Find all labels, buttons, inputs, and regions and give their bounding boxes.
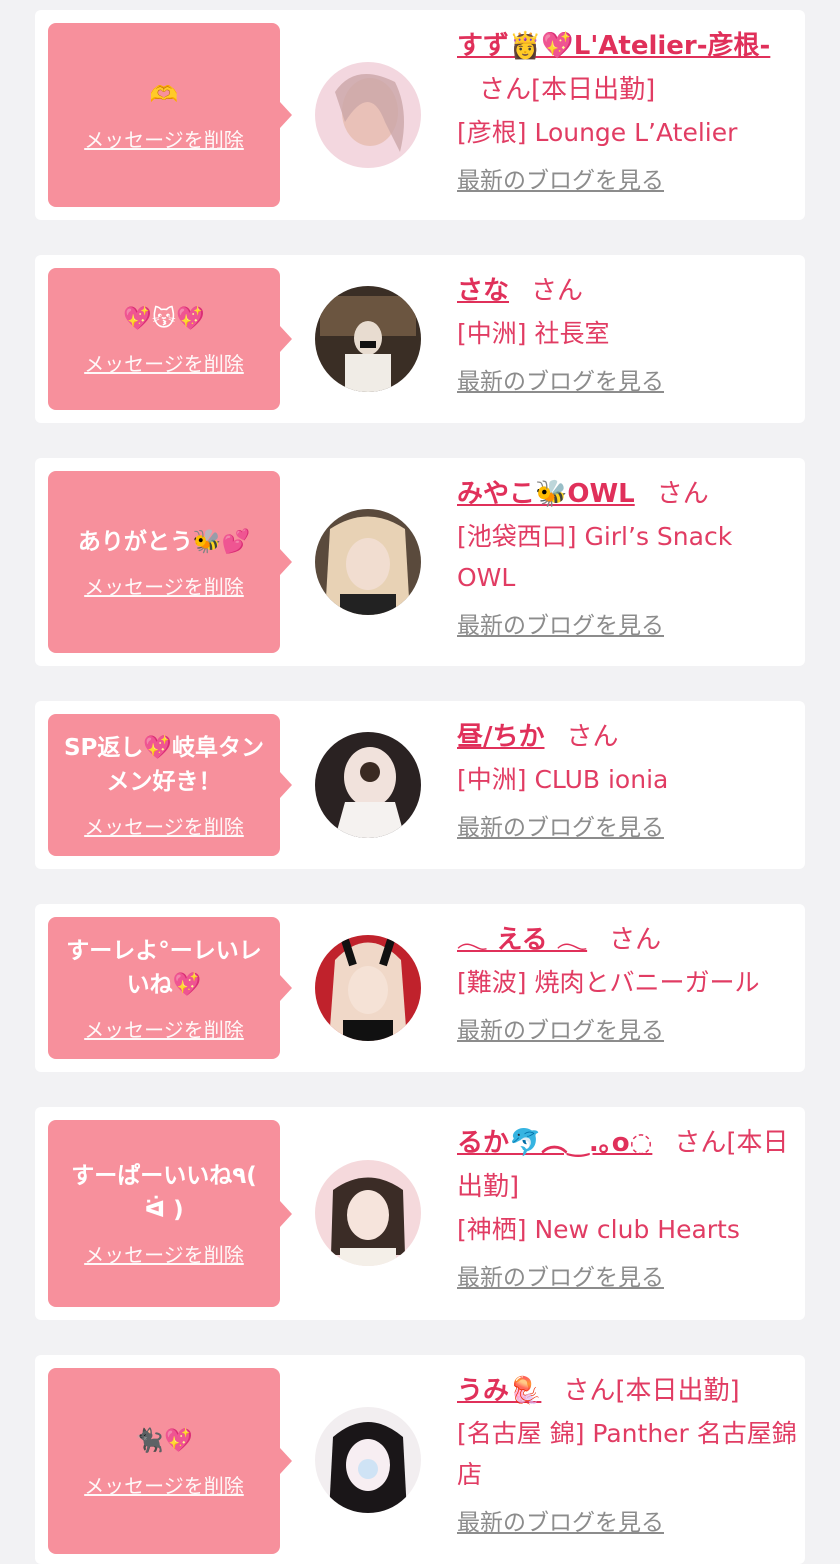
avatar[interactable] <box>315 935 421 1041</box>
avatar-photo <box>315 732 421 838</box>
avatar-photo <box>315 509 421 615</box>
cast-info: 𓂃 える 𓂃 さん [難波] 焼肉とバニーガール 最新のブログを見る <box>457 918 797 1045</box>
cast-name-line: さな さん <box>457 269 797 313</box>
honorific: さん <box>479 75 532 105</box>
cast-name-link[interactable]: うみ🪼 <box>457 1376 541 1406</box>
shop-name: [中洲] 社長室 <box>457 319 610 348</box>
avatar-photo <box>315 286 421 392</box>
shop-name: [彦根] Lounge L’Atelier <box>457 118 738 147</box>
list-item: SP返し💖岐阜タンメン好き！ メッセージを削除 昼/ちか さん [中洲] CLUB… <box>35 701 805 869</box>
delete-message-link[interactable]: メッセージを削除 <box>84 811 244 840</box>
cast-name-link[interactable]: さな <box>457 276 509 306</box>
list-item: 🫶 メッセージを削除 すず👸💖L'Atelier-彦根- さん[本日出勤] [彦根… <box>35 10 805 220</box>
cast-name-line: みやこ🐝OWL さん <box>457 472 797 516</box>
cast-name-link[interactable]: るか🐬︵‿.｡o◌ <box>457 1128 652 1158</box>
honorific: さん <box>531 276 584 306</box>
cast-info: うみ🪼 さん[本日出勤] [名古屋 錦] Panther 名古屋錦店 最新のブログ… <box>457 1369 797 1537</box>
cast-info: さな さん [中洲] 社長室 最新のブログを見る <box>457 269 797 396</box>
message-bubble: すーレよ°ーレいレいね💖 メッセージを削除 <box>48 917 292 1059</box>
cast-name-link[interactable]: みやこ🐝OWL <box>457 479 635 509</box>
latest-blog-link[interactable]: 最新のブログを見る <box>457 808 664 842</box>
message-text: すーレよ°ーレいレいね💖 <box>66 937 262 998</box>
status-label: [本日出勤] <box>615 1376 740 1406</box>
delete-message-link[interactable]: メッセージを削除 <box>84 348 244 377</box>
message-text: ありがとう🐝💕 <box>77 528 251 555</box>
message-text: 💖😽💖 <box>123 305 205 332</box>
shop-name: [難波] 焼肉とバニーガール <box>457 968 760 997</box>
shop-name: [中洲] CLUB ionia <box>457 765 669 794</box>
avatar-photo <box>315 935 421 1041</box>
cast-name-line: うみ🪼 さん[本日出勤] <box>457 1369 797 1413</box>
cast-info: すず👸💖L'Atelier-彦根- さん[本日出勤] [彦根] Lounge L’… <box>457 24 797 195</box>
cast-name-line: すず👸💖L'Atelier-彦根- さん[本日出勤] <box>457 24 797 112</box>
latest-blog-link[interactable]: 最新のブログを見る <box>457 1258 664 1292</box>
list-item: すーレよ°ーレいレいね💖 メッセージを削除 𓂃 える 𓂃 さん [難波] 焼肉とバ… <box>35 904 805 1072</box>
cast-info: るか🐬︵‿.｡o◌ さん[本日出勤] [神栖] New club Hearts 最… <box>457 1121 797 1292</box>
delete-message-link[interactable]: メッセージを削除 <box>84 1239 244 1268</box>
avatar[interactable] <box>315 62 421 168</box>
latest-blog-link[interactable]: 最新のブログを見る <box>457 161 664 195</box>
delete-message-link[interactable]: メッセージを削除 <box>84 1014 244 1043</box>
shop-name: [池袋西口] Girl’s Snack OWL <box>457 522 733 592</box>
avatar[interactable] <box>315 1407 421 1513</box>
list-item: 💖😽💖 メッセージを削除 さな さん [中洲] 社長室 最新のブログを見る <box>35 255 805 423</box>
message-bubble: 🐈‍⬛💖 メッセージを削除 <box>48 1368 292 1554</box>
list-item: ありがとう🐝💕 メッセージを削除 みやこ🐝OWL さん [池袋西口] Girl’s… <box>35 458 805 666</box>
cast-name-line: 𓂃 える 𓂃 さん <box>457 918 797 962</box>
shop-name: [神栖] New club Hearts <box>457 1215 740 1244</box>
message-list: 🫶 メッセージを削除 すず👸💖L'Atelier-彦根-さん[本日出勤] [彦根… <box>0 0 840 1564</box>
message-bubble: ありがとう🐝💕 メッセージを削除 <box>48 471 292 653</box>
message-bubble: SP返し💖岐阜タンメン好き！ メッセージを削除 <box>48 714 292 856</box>
avatar-photo <box>315 1160 421 1266</box>
latest-blog-link[interactable]: 最新のブログを見る <box>457 606 664 640</box>
message-bubble: 🫶 メッセージを削除 <box>48 23 292 207</box>
status-label: [本日出勤] <box>531 75 656 105</box>
avatar[interactable] <box>315 1160 421 1266</box>
cast-name-link[interactable]: 昼/ちか <box>457 722 545 752</box>
latest-blog-link[interactable]: 最新のブログを見る <box>457 362 664 396</box>
message-text: すーぱーいいね٩( ᐛ ) <box>71 1163 257 1223</box>
latest-blog-link[interactable]: 最新のブログを見る <box>457 1011 664 1045</box>
cast-info: 昼/ちか さん [中洲] CLUB ionia 最新のブログを見る <box>457 715 797 842</box>
message-bubble: 💖😽💖 メッセージを削除 <box>48 268 292 410</box>
honorific: さん <box>674 1128 727 1158</box>
shop-name: [名古屋 錦] Panther 名古屋錦店 <box>457 1419 797 1489</box>
delete-message-link[interactable]: メッセージを削除 <box>84 1470 244 1499</box>
avatar-photo <box>315 62 421 168</box>
avatar[interactable] <box>315 509 421 615</box>
message-text: 🫶 <box>149 81 179 108</box>
cast-name-link[interactable]: すず👸💖L'Atelier-彦根- <box>457 31 770 61</box>
cast-name-link[interactable]: 𓂃 える 𓂃 <box>457 925 587 955</box>
avatar[interactable] <box>315 732 421 838</box>
honorific: さん <box>566 722 619 752</box>
avatar[interactable] <box>315 286 421 392</box>
honorific: さん <box>563 1376 616 1406</box>
list-item: すーぱーいいね٩( ᐛ ) メッセージを削除 るか🐬︵‿.｡o◌ さん[本日出勤]… <box>35 1107 805 1320</box>
cast-name-line: るか🐬︵‿.｡o◌ さん[本日出勤] <box>457 1121 797 1209</box>
delete-message-link[interactable]: メッセージを削除 <box>84 124 244 153</box>
list-item: 🐈‍⬛💖 メッセージを削除 うみ🪼 さん[本日出勤] [名古屋 錦] Panthe… <box>35 1355 805 1564</box>
avatar-photo <box>315 1407 421 1513</box>
message-bubble: すーぱーいいね٩( ᐛ ) メッセージを削除 <box>48 1120 292 1307</box>
cast-info: みやこ🐝OWL さん [池袋西口] Girl’s Snack OWL 最新のブログ… <box>457 472 797 640</box>
honorific: さん <box>656 479 709 509</box>
delete-message-link[interactable]: メッセージを削除 <box>84 571 244 600</box>
message-text: 🐈‍⬛💖 <box>135 1427 193 1454</box>
message-text: SP返し💖岐阜タンメン好き！ <box>63 734 265 795</box>
cast-name-line: 昼/ちか さん <box>457 715 797 759</box>
latest-blog-link[interactable]: 最新のブログを見る <box>457 1503 664 1537</box>
honorific: さん <box>609 925 662 955</box>
